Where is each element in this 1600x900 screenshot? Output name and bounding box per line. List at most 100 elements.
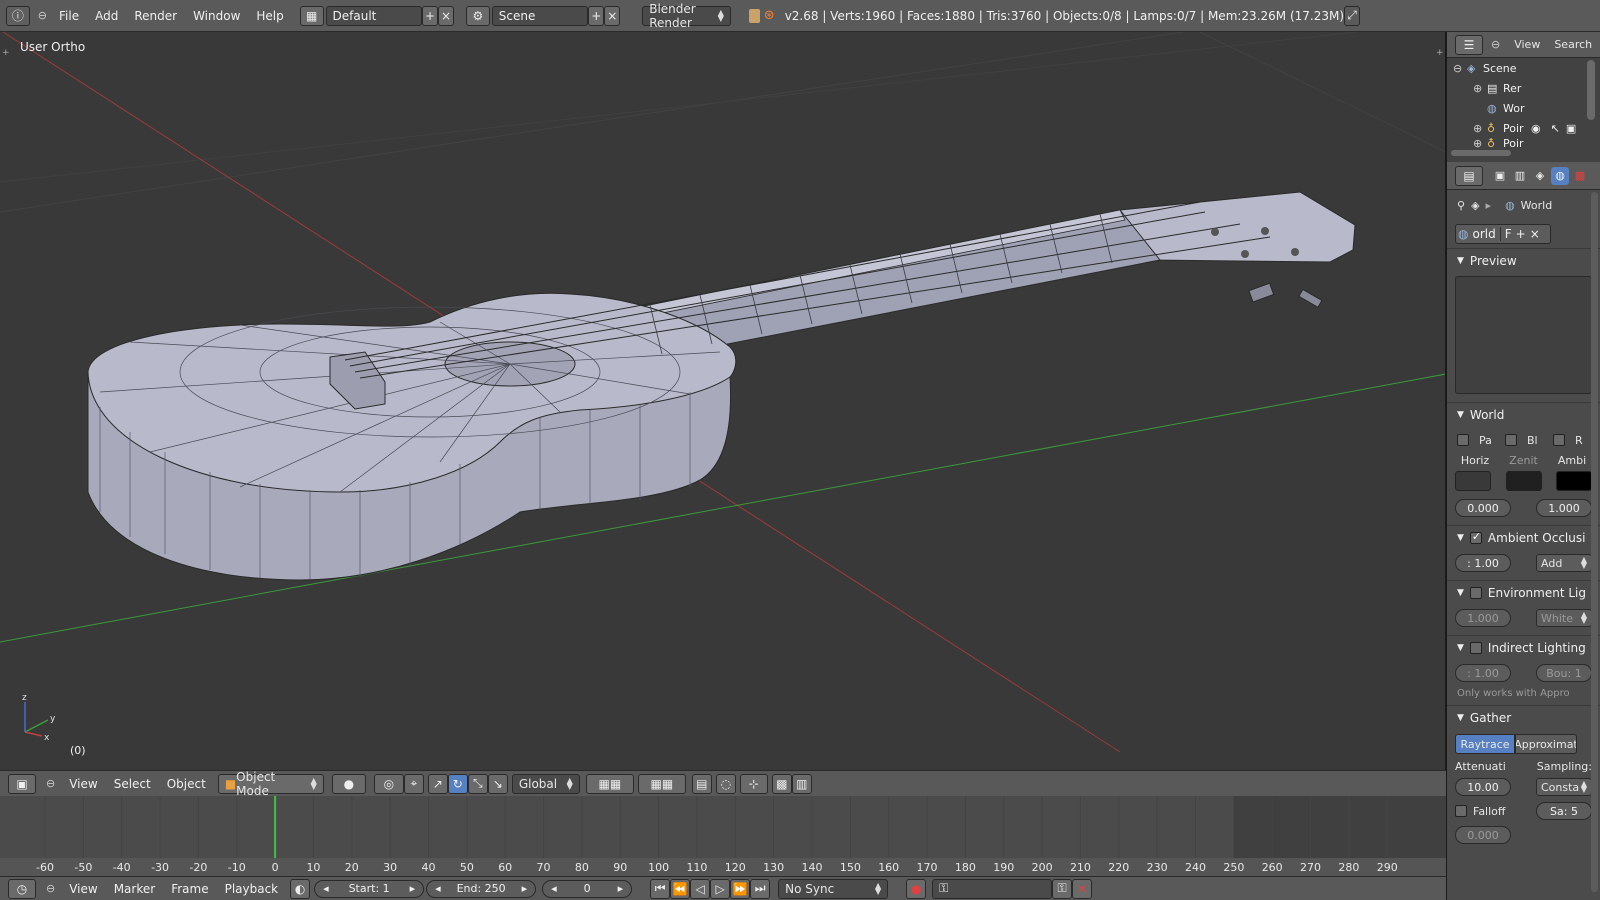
preview-range-icon[interactable]: ◐ <box>290 878 311 899</box>
indirect-factor-field[interactable]: : 1.00 <box>1455 664 1511 682</box>
menu-object[interactable]: Object <box>159 771 214 796</box>
real-sky-checkbox[interactable] <box>1553 434 1565 446</box>
menu-file[interactable]: File <box>51 0 87 31</box>
ao-blend-select[interactable]: Add ▲ ▼ <box>1536 554 1592 572</box>
texture-tab-icon[interactable]: ▩ <box>1571 167 1589 185</box>
play-reverse-icon[interactable]: ◁ <box>690 878 711 899</box>
falloff-strength-field[interactable]: 0.000 <box>1455 826 1511 844</box>
outliner-row-point-lamp[interactable]: ⊕ ♁ Poir ◉ ↖ ▣ <box>1453 118 1600 138</box>
blend-sky-checkbox[interactable] <box>1505 434 1517 446</box>
toolshelf-toggle-icon[interactable]: + <box>2 48 10 58</box>
scene-icon[interactable]: ⚙ <box>465 5 490 26</box>
sync-mode-select[interactable]: No Sync ▲ ▼ <box>778 878 889 899</box>
menu-playback[interactable]: Playback <box>217 877 287 900</box>
layout-name-field[interactable]: Default <box>325 5 422 26</box>
render-layers-tab-icon[interactable]: ▥ <box>1511 167 1529 185</box>
editor-type-properties-icon[interactable]: ▤ <box>1455 165 1483 186</box>
menu-frame[interactable]: Frame <box>163 877 216 900</box>
zenith-color-swatch[interactable] <box>1505 471 1542 491</box>
scale-manipulator-icon[interactable]: ⤡ <box>467 773 488 794</box>
insert-keyframe-icon[interactable]: ⚿ <box>1052 878 1073 899</box>
remove-scene-icon[interactable]: × <box>604 5 621 26</box>
outliner-h-scrollbar[interactable] <box>1451 150 1511 156</box>
guitar-mesh[interactable] <box>87 191 1356 581</box>
visibility-eye-icon[interactable]: ◉ <box>1531 122 1541 135</box>
outliner-row-point-lamp[interactable]: ⊕ ♁ Poir <box>1453 138 1600 148</box>
translate-manipulator-icon[interactable]: ↗ <box>427 773 448 794</box>
render-tab-icon[interactable]: ▣ <box>1491 167 1509 185</box>
paper-sky-checkbox[interactable] <box>1457 434 1469 446</box>
outliner-row-world[interactable]: ◍ Wor <box>1453 98 1600 118</box>
gather-approximate-button[interactable]: Approximat <box>1515 734 1577 754</box>
unlink-world-icon[interactable]: × <box>1530 227 1540 241</box>
fake-user-toggle[interactable]: F <box>1499 227 1512 241</box>
menu-view[interactable]: View <box>61 771 105 796</box>
env-energy-field[interactable]: 1.000 <box>1455 609 1511 627</box>
jump-start-icon[interactable]: ⏮ <box>650 878 671 899</box>
proportional-edit-icon[interactable]: ◌ <box>715 773 736 794</box>
collapse-menu-icon[interactable]: ⊖ <box>46 882 55 895</box>
start-frame-field[interactable]: ◂ Start: 1 ▸ <box>314 879 425 898</box>
play-icon[interactable]: ▷ <box>710 878 731 899</box>
properties-toggle-icon[interactable]: + <box>1436 48 1444 58</box>
jump-end-icon[interactable]: ⏭ <box>750 878 771 899</box>
ao-factor-field[interactable]: : 1.00 <box>1455 554 1511 572</box>
samples-field[interactable]: Sa: 5 <box>1536 802 1592 820</box>
3d-viewport[interactable]: z y x User Ortho (0) + + <box>0 32 1446 770</box>
horizon-color-swatch[interactable] <box>1455 471 1491 491</box>
jump-keyframe-forward-icon[interactable]: ⏩ <box>730 878 751 899</box>
indirect-bounces-field[interactable]: Bou: 1 <box>1536 664 1592 682</box>
add-scene-icon[interactable]: + <box>588 5 605 26</box>
new-world-icon[interactable]: + <box>1516 227 1526 241</box>
screen-layout-icon[interactable]: ▦ <box>299 5 324 26</box>
editor-type-3dview-icon[interactable]: ▣ <box>8 773 36 794</box>
outliner-scrollbar[interactable] <box>1587 60 1595 120</box>
keying-set-field[interactable]: ⚿ <box>932 878 1053 899</box>
sampling-method-select[interactable]: Consta ▲ ▼ <box>1536 778 1592 796</box>
world-datablock-field[interactable]: ◍ orld F + × <box>1455 224 1551 244</box>
pivot-point-icon[interactable]: ◎ <box>373 773 404 794</box>
delete-keyframe-icon[interactable]: ✕ <box>1072 878 1093 899</box>
editor-type-timeline-icon[interactable]: ◷ <box>8 878 36 899</box>
menu-timeline-view[interactable]: View <box>61 877 105 900</box>
rotate-manipulator-icon[interactable]: ↻ <box>447 773 468 794</box>
scene-tab-icon[interactable]: ◈ <box>1531 167 1549 185</box>
layers-grid-b-icon[interactable]: ▦▦ <box>637 773 686 794</box>
exposure-field[interactable]: 0.000 <box>1455 499 1511 517</box>
end-frame-field[interactable]: ◂ End: 250 ▸ <box>426 879 537 898</box>
remove-layout-icon[interactable]: × <box>437 5 454 26</box>
render-animation-icon[interactable]: ▥ <box>791 773 812 794</box>
mode-select[interactable]: ■ Object Mode ▲ ▼ <box>217 770 324 798</box>
outliner-row-scene[interactable]: ⊖ ◈ Scene <box>1453 58 1600 78</box>
menu-add[interactable]: Add <box>87 0 126 31</box>
expand-toggle-icon[interactable]: ⊖ <box>1453 62 1467 75</box>
gather-raytrace-button[interactable]: Raytrace <box>1455 734 1515 754</box>
scene-name-field[interactable]: Scene <box>491 5 589 26</box>
ambient-color-swatch[interactable] <box>1556 471 1592 491</box>
environment-lighting-panel-header[interactable]: ▼ Environment Lig <box>1447 580 1600 604</box>
ambient-occlusion-checkbox[interactable] <box>1469 530 1482 544</box>
preview-panel-header[interactable]: ▼ Preview <box>1447 248 1600 272</box>
record-keyframes-icon[interactable]: ● <box>906 878 927 899</box>
renderable-camera-icon[interactable]: ▣ <box>1566 122 1576 135</box>
outliner-menu-search[interactable]: Search <box>1554 38 1592 51</box>
falloff-checkbox[interactable] <box>1455 805 1467 817</box>
menu-help[interactable]: Help <box>248 0 291 31</box>
transform-orientation-select[interactable]: Global ▲ ▼ <box>511 773 580 794</box>
menu-select[interactable]: Select <box>106 771 159 796</box>
lock-layers-icon[interactable]: ▤ <box>691 773 712 794</box>
properties-scrollbar[interactable] <box>1591 192 1598 892</box>
snap-icon[interactable]: ⊹ <box>739 773 768 794</box>
ambient-occlusion-panel-header[interactable]: ▼ Ambient Occlusi <box>1447 525 1600 549</box>
timeline-area[interactable]: -60 -50 -40 -30 -20 -10 0 10 20 30 40 50 60 70 80 90 100… <box>0 796 1446 876</box>
expand-toggle-icon[interactable]: ⊕ <box>1473 138 1487 148</box>
env-color-select[interactable]: White ▲ ▼ <box>1536 609 1592 627</box>
fullscreen-toggle-icon[interactable]: ⤢ <box>1344 5 1361 26</box>
indirect-lighting-checkbox[interactable] <box>1469 641 1482 654</box>
collapse-menu-icon[interactable]: ⊖ <box>1491 38 1500 51</box>
expand-toggle-icon[interactable]: ⊕ <box>1473 82 1487 95</box>
world-panel-header[interactable]: ▼ World <box>1447 402 1600 426</box>
range-field[interactable]: 1.000 <box>1536 499 1592 517</box>
editor-type-outliner-icon[interactable]: ☰ <box>1455 34 1483 55</box>
selectable-cursor-icon[interactable]: ↖ <box>1551 122 1560 135</box>
